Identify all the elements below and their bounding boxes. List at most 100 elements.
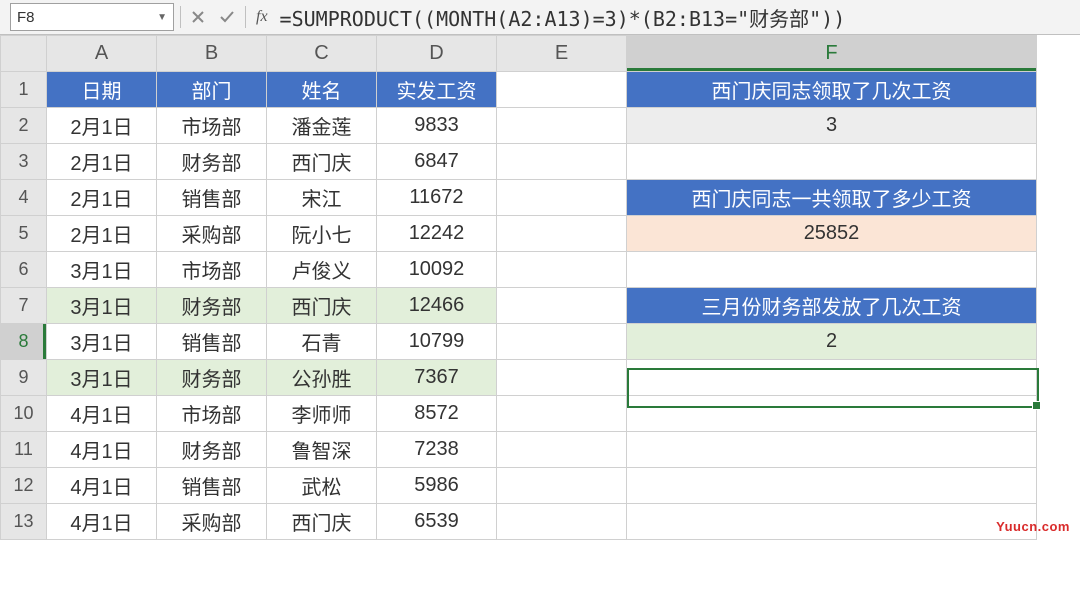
cell[interactable] — [627, 468, 1037, 504]
cell[interactable]: 武松 — [267, 468, 377, 504]
cell[interactable] — [497, 504, 627, 540]
col-header-C[interactable]: C — [267, 36, 377, 72]
cell[interactable]: 5986 — [377, 468, 497, 504]
cell[interactable] — [497, 72, 627, 108]
cell[interactable]: 西门庆 — [267, 288, 377, 324]
cell[interactable] — [497, 324, 627, 360]
fx-icon[interactable]: fx — [246, 8, 274, 26]
cell[interactable] — [497, 108, 627, 144]
cell[interactable]: 日期 — [47, 72, 157, 108]
cell[interactable] — [627, 504, 1037, 540]
cell[interactable]: 姓名 — [267, 72, 377, 108]
row-header[interactable]: 3 — [1, 144, 47, 180]
cell[interactable] — [627, 252, 1037, 288]
cell[interactable] — [627, 144, 1037, 180]
cell[interactable]: 4月1日 — [47, 504, 157, 540]
cell[interactable]: 李师师 — [267, 396, 377, 432]
cell[interactable]: 财务部 — [157, 432, 267, 468]
cell[interactable]: 销售部 — [157, 324, 267, 360]
cell[interactable]: 财务部 — [157, 360, 267, 396]
cell[interactable] — [627, 396, 1037, 432]
cell[interactable] — [497, 288, 627, 324]
cell[interactable]: 2月1日 — [47, 144, 157, 180]
cell[interactable]: 2月1日 — [47, 180, 157, 216]
row-header[interactable]: 6 — [1, 252, 47, 288]
row-header[interactable]: 9 — [1, 360, 47, 396]
row-header[interactable]: 7 — [1, 288, 47, 324]
cell[interactable]: 西门庆 — [267, 144, 377, 180]
cell[interactable]: 4月1日 — [47, 396, 157, 432]
cell[interactable]: 三月份财务部发放了几次工资 — [627, 288, 1037, 324]
cell[interactable] — [497, 144, 627, 180]
cell[interactable]: 8572 — [377, 396, 497, 432]
cell[interactable]: 12242 — [377, 216, 497, 252]
cell[interactable]: 11672 — [377, 180, 497, 216]
cell[interactable]: 销售部 — [157, 180, 267, 216]
col-header-F[interactable]: F — [627, 36, 1037, 72]
formula-input[interactable]: =SUMPRODUCT((MONTH(A2:A13)=3)*(B2:B13="财… — [274, 3, 1080, 32]
cell[interactable]: 阮小七 — [267, 216, 377, 252]
cell[interactable]: 3月1日 — [47, 252, 157, 288]
cell[interactable]: 潘金莲 — [267, 108, 377, 144]
cell[interactable]: 25852 — [627, 216, 1037, 252]
cell[interactable] — [497, 252, 627, 288]
cell[interactable] — [497, 468, 627, 504]
cancel-icon[interactable] — [191, 10, 205, 24]
cell[interactable]: 市场部 — [157, 252, 267, 288]
name-box[interactable]: F8 ▼ — [10, 3, 174, 31]
confirm-icon[interactable] — [219, 10, 235, 24]
cell[interactable]: 市场部 — [157, 108, 267, 144]
cell[interactable]: 部门 — [157, 72, 267, 108]
row-header[interactable]: 12 — [1, 468, 47, 504]
cell[interactable] — [497, 216, 627, 252]
cell[interactable] — [627, 432, 1037, 468]
row-header-selected[interactable]: 8 — [1, 324, 47, 360]
cell[interactable]: 财务部 — [157, 288, 267, 324]
cell[interactable]: 3月1日 — [47, 360, 157, 396]
cell[interactable]: 卢俊义 — [267, 252, 377, 288]
cell[interactable]: 12466 — [377, 288, 497, 324]
row-header[interactable]: 5 — [1, 216, 47, 252]
col-header-D[interactable]: D — [377, 36, 497, 72]
col-header-E[interactable]: E — [497, 36, 627, 72]
cell[interactable]: 石青 — [267, 324, 377, 360]
cell[interactable]: 西门庆同志领取了几次工资 — [627, 72, 1037, 108]
row-header[interactable]: 10 — [1, 396, 47, 432]
cell[interactable]: 7367 — [377, 360, 497, 396]
cell[interactable] — [497, 432, 627, 468]
cell[interactable]: 9833 — [377, 108, 497, 144]
cell[interactable]: 3 — [627, 108, 1037, 144]
cell[interactable]: 10799 — [377, 324, 497, 360]
cell[interactable]: 6539 — [377, 504, 497, 540]
cell[interactable]: 采购部 — [157, 216, 267, 252]
cell[interactable] — [497, 396, 627, 432]
cell[interactable]: 销售部 — [157, 468, 267, 504]
cell[interactable]: 2月1日 — [47, 108, 157, 144]
grid-table[interactable]: A B C D E F 1 日期 部门 姓名 实发工资 西门庆同志领取了几次工资… — [0, 35, 1037, 540]
cell[interactable] — [497, 180, 627, 216]
cell[interactable]: 实发工资 — [377, 72, 497, 108]
chevron-down-icon[interactable]: ▼ — [157, 12, 167, 23]
select-all-corner[interactable] — [1, 36, 47, 72]
row-header[interactable]: 1 — [1, 72, 47, 108]
cell[interactable]: 7238 — [377, 432, 497, 468]
cell[interactable]: 宋江 — [267, 180, 377, 216]
col-header-A[interactable]: A — [47, 36, 157, 72]
cell[interactable]: 采购部 — [157, 504, 267, 540]
cell[interactable]: 2月1日 — [47, 216, 157, 252]
cell[interactable]: 6847 — [377, 144, 497, 180]
row-header[interactable]: 2 — [1, 108, 47, 144]
col-header-B[interactable]: B — [157, 36, 267, 72]
cell[interactable]: 西门庆同志一共领取了多少工资 — [627, 180, 1037, 216]
cell[interactable]: 3月1日 — [47, 324, 157, 360]
row-header[interactable]: 13 — [1, 504, 47, 540]
cell-active-F8[interactable]: 2 — [627, 324, 1037, 360]
row-header[interactable]: 11 — [1, 432, 47, 468]
cell[interactable] — [497, 360, 627, 396]
cell[interactable]: 4月1日 — [47, 432, 157, 468]
cell[interactable]: 4月1日 — [47, 468, 157, 504]
cell[interactable]: 10092 — [377, 252, 497, 288]
cell[interactable]: 公孙胜 — [267, 360, 377, 396]
row-header[interactable]: 4 — [1, 180, 47, 216]
cell[interactable]: 3月1日 — [47, 288, 157, 324]
